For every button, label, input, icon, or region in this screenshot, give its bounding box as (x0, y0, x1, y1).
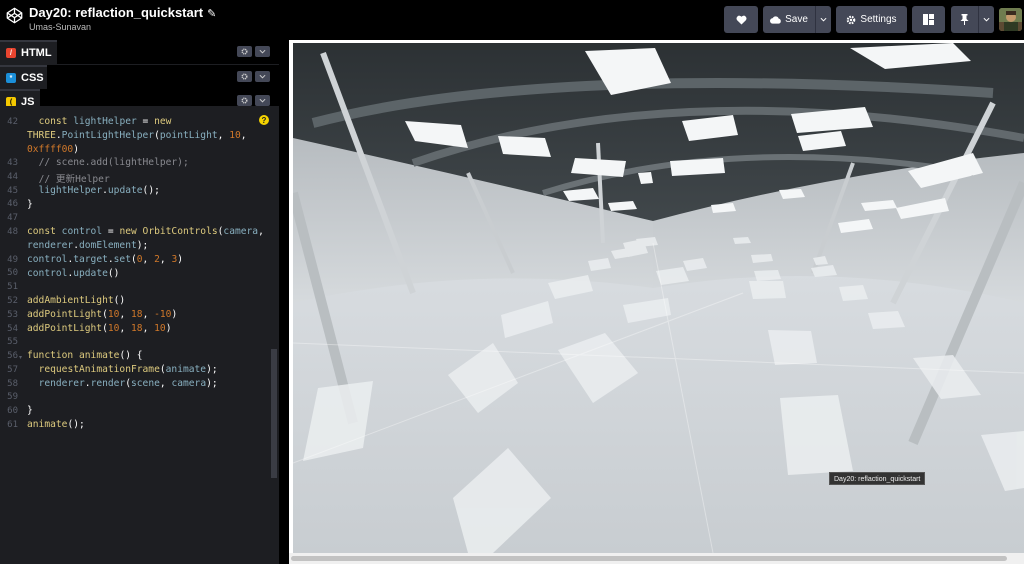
css-settings-button[interactable] (237, 71, 252, 82)
line-number: 47 (7, 213, 18, 223)
css-icon: * (6, 73, 16, 83)
css-pane-header: * CSS (0, 65, 279, 89)
code-line: } (27, 405, 33, 416)
line-number: 58 (7, 379, 18, 389)
line-number: 43 (7, 158, 18, 168)
avatar-image (999, 8, 1022, 31)
change-view-button[interactable] (912, 6, 945, 33)
line-number: 44 (7, 172, 18, 182)
heart-icon (736, 15, 746, 25)
pin-icon (960, 14, 969, 25)
pane-resize-handle[interactable] (279, 40, 289, 564)
code-line: const control = new OrbitControls(camera… (27, 226, 264, 237)
code-line: // 更新Helper (38, 174, 110, 185)
js-settings-button[interactable] (237, 95, 252, 106)
pin-button[interactable] (951, 6, 978, 33)
code-line: control.target.set(0, 2, 3) (27, 254, 184, 265)
pin-options-dropdown[interactable] (978, 6, 994, 33)
chevron-down-icon (259, 74, 266, 79)
editor-scrollbar-thumb[interactable] (271, 349, 277, 478)
line-number: 55 (7, 337, 18, 347)
gear-icon (241, 73, 248, 80)
pen-title-tooltip: Day20: reflaction_quickstart (829, 472, 926, 485)
chevron-down-icon (983, 17, 990, 22)
chevron-down-icon (259, 49, 266, 54)
js-collapse-button[interactable] (255, 95, 270, 106)
code-line: const lightHelper = new (38, 116, 172, 127)
app-header: Day20: reflaction_quickstart ✎ Umas-Sunav… (0, 0, 1024, 40)
code-line: addAmbientLight() (27, 295, 126, 306)
tab-html-label: HTML (21, 47, 52, 59)
gear-icon (241, 97, 248, 104)
cloud-icon (770, 15, 781, 24)
preview-scrollbar[interactable] (289, 553, 1024, 564)
code-line: renderer.render(scene, camera); (38, 378, 218, 389)
codepen-logo-icon[interactable] (6, 7, 23, 24)
code-line: addPointLight(10, 18, 10) (27, 323, 172, 334)
save-button[interactable]: Save (763, 6, 815, 33)
code-line: function animate() { (27, 350, 143, 361)
code-line: renderer.domElement); (27, 240, 149, 251)
settings-button[interactable]: Settings (836, 6, 907, 33)
line-number: 54 (7, 324, 18, 334)
save-options-dropdown[interactable] (815, 6, 831, 33)
line-number: 45 (7, 186, 18, 196)
line-number: 59 (7, 392, 18, 402)
fold-marker-icon[interactable]: ▾ (19, 354, 22, 361)
js-code-editor[interactable]: 42 43 44 45 46 47 48 49 50 51 52 53 54 5… (0, 106, 279, 564)
preview-scrollbar-thumb[interactable] (291, 556, 1007, 561)
pencil-icon[interactable]: ✎ (207, 8, 216, 20)
line-number: 61 (7, 420, 18, 430)
chevron-down-icon (820, 17, 827, 22)
gear-icon (241, 48, 248, 55)
code-line: // scene.add(lightHelper); (38, 157, 189, 168)
tab-html[interactable]: / HTML (0, 40, 57, 64)
html-collapse-button[interactable] (255, 46, 270, 57)
pen-title[interactable]: Day20: reflaction_quickstart ✎ (29, 5, 216, 20)
code-line: 0xffff00) (27, 144, 79, 155)
code-line: requestAnimationFrame(animate); (38, 364, 218, 375)
css-collapse-button[interactable] (255, 71, 270, 82)
line-number: 49 (7, 255, 18, 265)
html-pane-header: / HTML (0, 40, 279, 64)
line-number: 50 (7, 268, 18, 278)
line-number: 52 (7, 296, 18, 306)
chevron-down-icon (259, 98, 266, 103)
code-line: addPointLight(10, 18, -10) (27, 309, 178, 320)
tab-css-label: CSS (21, 72, 44, 84)
line-number: 60 (7, 406, 18, 416)
gear-icon (847, 15, 856, 24)
code-line: animate(); (27, 419, 85, 430)
line-number: 53 (7, 310, 18, 320)
line-number: 51 (7, 282, 18, 292)
code-line: } (27, 199, 33, 210)
code-line: THREE.PointLightHelper(pointLight, 10, (27, 130, 247, 141)
tab-css[interactable]: * CSS (0, 65, 47, 89)
save-button-label: Save (785, 14, 808, 25)
pen-author[interactable]: Umas-Sunavan (29, 22, 91, 32)
code-line: lightHelper.update(); (38, 185, 160, 196)
line-number: 46 (7, 199, 18, 209)
html-settings-button[interactable] (237, 46, 252, 57)
line-number: 48 (7, 227, 18, 237)
layout-icon (923, 14, 934, 25)
help-hint-icon[interactable]: ? (259, 115, 269, 125)
line-number: 57 (7, 365, 18, 375)
code-line: control.update() (27, 268, 120, 279)
settings-button-label: Settings (860, 14, 897, 25)
html-icon: / (6, 48, 16, 58)
love-button[interactable] (724, 6, 758, 33)
line-number: 56 (7, 351, 18, 361)
user-avatar[interactable] (999, 8, 1022, 31)
line-number: 42 (7, 117, 18, 127)
pen-title-text: Day20: reflaction_quickstart (29, 5, 204, 20)
